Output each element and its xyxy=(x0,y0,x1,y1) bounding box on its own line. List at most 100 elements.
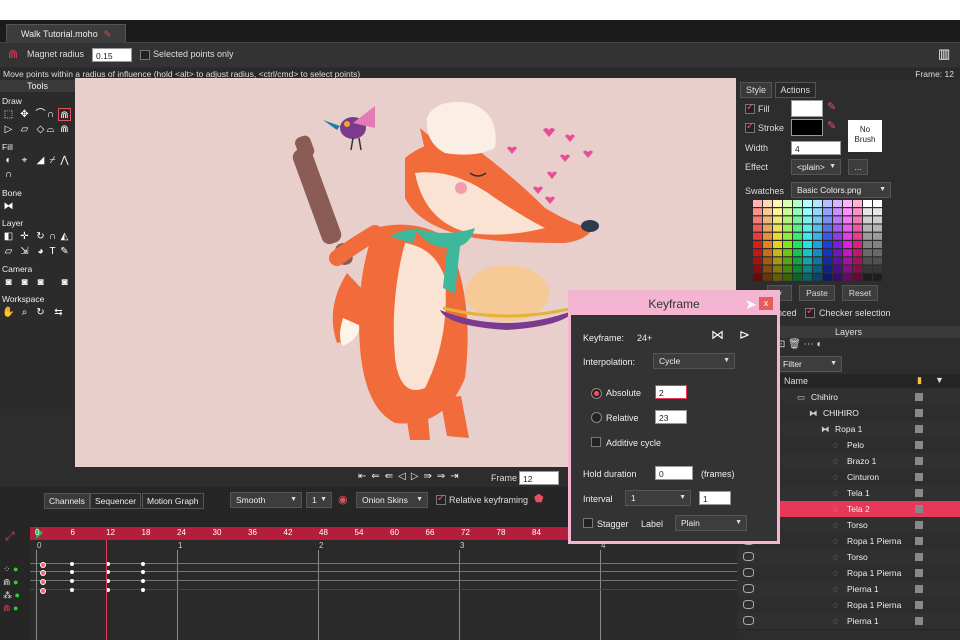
reset-button[interactable]: Reset xyxy=(842,285,878,301)
visibility-eye-icon[interactable] xyxy=(743,616,754,625)
swatch-cell[interactable] xyxy=(813,216,822,224)
keyframe-dot[interactable] xyxy=(141,570,145,574)
layer-row[interactable]: ◌ Pierna 1 xyxy=(737,613,960,630)
swatch-cell[interactable] xyxy=(813,257,822,265)
swatch-cell[interactable] xyxy=(873,249,882,257)
interval-dropdown[interactable]: 1 xyxy=(625,490,691,506)
layer-color-swatch[interactable] xyxy=(915,473,923,481)
swatch-cell[interactable] xyxy=(753,273,762,281)
tab-actions[interactable]: Actions xyxy=(774,82,817,98)
swatch-cell[interactable] xyxy=(763,224,772,232)
visibility-eye-icon[interactable] xyxy=(743,552,754,561)
swatch-cell[interactable] xyxy=(793,232,802,240)
swatch-cell[interactable] xyxy=(873,200,882,207)
swatch-cell[interactable] xyxy=(823,265,832,273)
swatch-cell[interactable] xyxy=(863,232,872,240)
freehand-icon[interactable]: ▱ xyxy=(18,123,31,136)
layer-color-swatch[interactable] xyxy=(915,393,923,401)
additive-cycle-checkbox[interactable] xyxy=(591,437,601,447)
swatch-cell[interactable] xyxy=(823,216,832,224)
swatch-cell[interactable] xyxy=(843,241,852,248)
swatch-cell[interactable] xyxy=(853,257,862,265)
swatch-cell[interactable] xyxy=(803,200,812,207)
swatch-cell[interactable] xyxy=(763,273,772,281)
stroke-checkbox[interactable] xyxy=(745,121,755,133)
add-point-icon[interactable]: ∩ xyxy=(44,108,57,121)
swatch-cell[interactable] xyxy=(853,273,862,281)
swatch-cell[interactable] xyxy=(753,208,762,216)
swatch-cell[interactable] xyxy=(833,200,842,207)
camera-track-icon[interactable]: ◙ xyxy=(2,276,15,289)
swatch-cell[interactable] xyxy=(793,200,802,207)
interpolation-dropdown[interactable]: Smooth xyxy=(230,492,302,508)
frame-input[interactable]: 12 xyxy=(519,471,559,485)
swatch-cell[interactable] xyxy=(803,216,812,224)
layer-row[interactable]: ◌ Ropa 1 Pierna xyxy=(737,565,960,582)
swatch-cell[interactable] xyxy=(823,232,832,240)
swatch-cell[interactable] xyxy=(773,249,782,257)
keyframe-dot[interactable] xyxy=(70,570,74,574)
hold-duration-input[interactable]: 0 xyxy=(655,466,693,480)
interval-input[interactable]: 1 xyxy=(699,491,731,505)
keyframe-dot[interactable] xyxy=(40,562,46,568)
swatch-cell[interactable] xyxy=(763,208,772,216)
transport-buttons[interactable]: ⇤⇐⇚◁▷⇛⇒⇥ xyxy=(358,471,464,482)
swatch-cell[interactable] xyxy=(813,241,822,248)
book-icon[interactable]: ▥ xyxy=(938,46,950,62)
swatch-cell[interactable] xyxy=(833,273,842,281)
translate-layer-icon[interactable]: ✛ xyxy=(18,230,31,243)
flip-layer-icon[interactable]: ◭ xyxy=(58,230,71,243)
color-channel-icon[interactable]: ⁂ ● xyxy=(3,589,28,602)
swatch-cell[interactable] xyxy=(753,265,762,273)
swatch-cell[interactable] xyxy=(843,224,852,232)
swatch-cell[interactable] xyxy=(793,208,802,216)
swatch-cell[interactable] xyxy=(823,208,832,216)
swatch-cell[interactable] xyxy=(843,208,852,216)
close-dialog-button[interactable]: x xyxy=(759,297,773,310)
keyframe-dot[interactable] xyxy=(40,570,46,576)
swatch-cell[interactable] xyxy=(773,216,782,224)
visibility-eye-icon[interactable] xyxy=(743,568,754,577)
transform-points-icon[interactable]: ✥ xyxy=(18,108,31,121)
swatch-cell[interactable] xyxy=(813,232,822,240)
swatch-cell[interactable] xyxy=(823,241,832,248)
fill-checkbox[interactable] xyxy=(745,102,755,114)
swatch-cell[interactable] xyxy=(853,224,862,232)
swatch-cell[interactable] xyxy=(863,208,872,216)
label-dropdown[interactable]: Plain xyxy=(675,515,747,531)
swatch-cell[interactable] xyxy=(803,257,812,265)
magnet-tool-icon[interactable]: ⋒ xyxy=(58,108,71,121)
stroke-color-swatch[interactable] xyxy=(791,119,823,136)
noise-icon[interactable]: ⋒ xyxy=(58,123,71,136)
swatch-cell[interactable] xyxy=(863,273,872,281)
tab-sequencer[interactable]: Sequencer xyxy=(90,493,142,509)
tab-style[interactable]: Style xyxy=(740,82,773,98)
hand-icon[interactable]: ✋ xyxy=(2,306,15,319)
swatch-cell[interactable] xyxy=(813,249,822,257)
swatch-cell[interactable] xyxy=(783,208,792,216)
swatch-cell[interactable] xyxy=(843,232,852,240)
swatch-cell[interactable] xyxy=(753,257,762,265)
swatch-cell[interactable] xyxy=(803,249,812,257)
swatch-cell[interactable] xyxy=(813,224,822,232)
swatch-cell[interactable] xyxy=(783,232,792,240)
fill-color-swatch[interactable] xyxy=(791,100,823,117)
swatch-cell[interactable] xyxy=(853,249,862,257)
column-menu-icon[interactable]: ▼ xyxy=(935,375,944,385)
swatch-cell[interactable] xyxy=(873,224,882,232)
swatch-cell[interactable] xyxy=(853,241,862,248)
swatch-cell[interactable] xyxy=(763,216,772,224)
stroke-eyedropper-icon[interactable]: ✎ xyxy=(827,119,836,132)
relative-radio[interactable] xyxy=(591,412,602,423)
swatch-cell[interactable] xyxy=(873,216,882,224)
swatch-cell[interactable] xyxy=(863,249,872,257)
swatch-cell[interactable] xyxy=(753,232,762,240)
swatch-cell[interactable] xyxy=(823,224,832,232)
eyedropper-icon[interactable]: ✎ xyxy=(58,245,71,258)
absolute-input[interactable]: 2 xyxy=(655,385,687,399)
set-origin-icon[interactable]: ◧ xyxy=(2,230,15,243)
swatch-cell[interactable] xyxy=(813,273,822,281)
swatch-cell[interactable] xyxy=(813,200,822,207)
select-shape-icon[interactable]: ◐ xyxy=(2,154,15,167)
swatch-cell[interactable] xyxy=(853,200,862,207)
